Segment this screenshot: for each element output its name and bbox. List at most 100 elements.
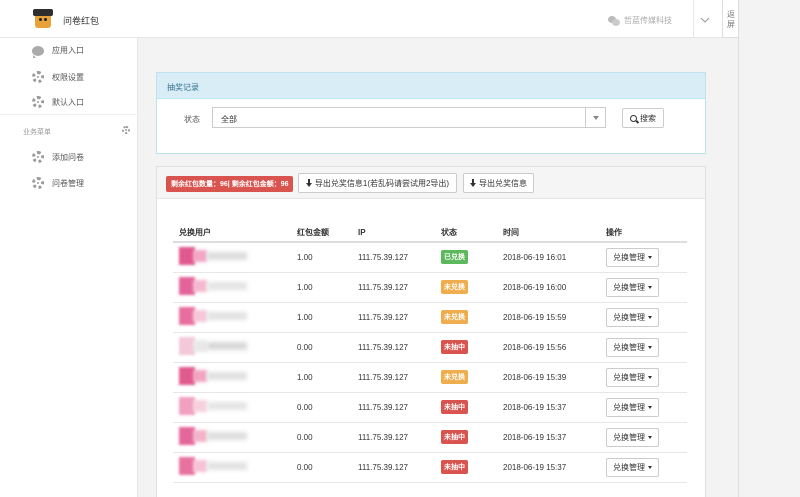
ip-cell: 111.75.39.127: [352, 302, 435, 333]
table-row: 1.00 111.75.39.127 已兑换 2018-06-19 16:01 兑换管理: [173, 242, 687, 273]
caret-down-icon: [648, 315, 652, 319]
sidebar-item-add-survey[interactable]: 添加问卷: [32, 151, 84, 163]
exchange-manage-button[interactable]: 兑换管理: [606, 307, 659, 327]
status-badge: 未兑换: [441, 310, 468, 324]
edge-toggle[interactable]: 返屏: [722, 0, 739, 38]
status-cell: 未抽中: [435, 332, 497, 363]
status-badge: 未抽中: [441, 460, 468, 474]
search-button[interactable]: 搜索: [622, 108, 664, 128]
user-cell: [173, 242, 291, 273]
column-header: 兑换用户: [173, 224, 291, 243]
exchange-manage-button[interactable]: 兑换管理: [606, 277, 659, 297]
action-cell: 兑换管理: [600, 302, 687, 333]
exchange-manage-label: 兑换管理: [613, 282, 645, 292]
table-row: 1.00 111.75.39.127 未兑换 2018-06-19 16:00 兑换管理: [173, 272, 687, 303]
table-row: 0.00 111.75.39.127 未抽中 2018-06-19 15:37 兑换管理: [173, 452, 687, 483]
sidebar-item-label: 问卷管理: [52, 178, 84, 188]
table-header-row: 兑换用户 红包金额 IP 状态 时间 操作: [173, 224, 687, 243]
edge-toggle-label: 返屏: [727, 10, 735, 29]
exchange-manage-button[interactable]: 兑换管理: [606, 397, 659, 417]
chevron-down-icon[interactable]: [585, 108, 605, 127]
exchange-manage-button[interactable]: 兑换管理: [606, 427, 659, 447]
sidebar-item-survey-manage[interactable]: 问卷管理: [32, 177, 84, 189]
user-cell: [173, 272, 291, 303]
gear-icon[interactable]: [122, 126, 130, 134]
status-cell: 未兑换: [435, 302, 497, 333]
app-title: 问卷红包: [63, 16, 100, 26]
exchange-manage-button[interactable]: 兑换管理: [606, 457, 659, 477]
amount-cell: 1.00: [291, 362, 352, 393]
org-name: 哲蓝传媒科技: [624, 16, 672, 25]
exchange-manage-button[interactable]: 兑换管理: [606, 367, 659, 387]
amount-cell: 1.00: [291, 272, 352, 303]
wechat-icon: [608, 15, 620, 26]
sidebar-item-label: 权限设置: [52, 72, 84, 82]
table-row: 0.00 111.75.39.127 未抽中 2018-06-19 15:37 兑换管理: [173, 392, 687, 423]
time-cell: 2018-06-19 15:59: [497, 302, 600, 333]
gear-icon: [32, 71, 44, 83]
time-cell: 2018-06-19 15:56: [497, 332, 600, 363]
records-toolbar: 剩余红包数量：96| 剩余红包金额：96 导出兑奖信息1(若乱码请尝试用2导出)…: [157, 167, 705, 199]
column-header: 红包金额: [291, 224, 352, 243]
status-badge: 未兑换: [441, 370, 468, 384]
caret-down-icon: [648, 375, 652, 379]
export-button-2[interactable]: 导出兑奖信息: [463, 173, 534, 193]
records-table: 兑换用户 红包金额 IP 状态 时间 操作 1.00 111.75.39.127 已…: [173, 224, 687, 483]
user-avatar-blurred: [179, 305, 249, 327]
gear-icon: [32, 151, 44, 163]
time-cell: 2018-06-19 15:39: [497, 362, 600, 393]
caret-down-icon: [648, 255, 652, 259]
chat-bubble-icon: [32, 45, 44, 58]
status-badge: 未兑换: [441, 280, 468, 294]
user-cell: [173, 422, 291, 453]
sidebar: 应用入口 权限设置 默认入口 业务菜单 添加问卷 问卷管理: [0, 38, 138, 497]
amount-cell: 1.00: [291, 302, 352, 333]
amount-cell: 1.00: [291, 242, 352, 273]
status-select-value: 全部: [221, 115, 237, 124]
status-cell: 未抽中: [435, 392, 497, 423]
table-row: 1.00 111.75.39.127 未兑换 2018-06-19 15:59 兑换管理: [173, 302, 687, 333]
user-avatar-blurred: [179, 395, 249, 417]
caret-down-icon: [648, 405, 652, 409]
action-cell: 兑换管理: [600, 392, 687, 423]
exchange-manage-button[interactable]: 兑换管理: [606, 337, 659, 357]
status-cell: 已兑换: [435, 242, 497, 273]
exchange-manage-label: 兑换管理: [613, 372, 645, 382]
amount-cell: 0.00: [291, 452, 352, 483]
user-cell: [173, 332, 291, 363]
action-cell: 兑换管理: [600, 332, 687, 363]
user-avatar-blurred: [179, 275, 249, 297]
sidebar-item-default-entry[interactable]: 默认入口: [32, 96, 84, 108]
status-badge: 未抽中: [441, 400, 468, 414]
column-header: 操作: [600, 224, 687, 243]
amount-cell: 0.00: [291, 422, 352, 453]
ip-cell: 111.75.39.127: [352, 272, 435, 303]
ip-cell: 111.75.39.127: [352, 332, 435, 363]
time-cell: 2018-06-19 16:01: [497, 242, 600, 273]
gear-icon: [32, 96, 44, 108]
top-bar: 问卷红包 哲蓝传媒科技: [0, 0, 722, 38]
status-badge: 未抽中: [441, 430, 468, 444]
status-cell: 未抽中: [435, 422, 497, 453]
sidebar-item-app-entry[interactable]: 应用入口: [32, 45, 84, 58]
exchange-manage-button[interactable]: 兑换管理: [606, 247, 659, 267]
amount-cell: 0.00: [291, 392, 352, 423]
chevron-down-icon[interactable]: [700, 15, 710, 25]
user-avatar-blurred: [179, 365, 249, 387]
export-button-1[interactable]: 导出兑奖信息1(若乱码请尝试用2导出): [298, 173, 457, 193]
caret-down-icon: [648, 435, 652, 439]
status-select[interactable]: 全部: [212, 107, 606, 128]
exchange-manage-label: 兑换管理: [613, 312, 645, 322]
amount-cell: 0.00: [291, 332, 352, 363]
status-cell: 未兑换: [435, 272, 497, 303]
caret-down-icon: [648, 345, 652, 349]
filter-panel-heading: 抽奖记录: [157, 73, 705, 99]
section-label: 业务菜单: [23, 129, 51, 136]
sidebar-item-permissions[interactable]: 权限设置: [32, 71, 84, 83]
sidebar-item-label: 添加问卷: [52, 152, 84, 162]
status-badge: 已兑换: [441, 250, 468, 265]
user-cell: [173, 362, 291, 393]
time-cell: 2018-06-19 15:37: [497, 392, 600, 423]
download-icon: [305, 179, 312, 187]
records-panel: 剩余红包数量：96| 剩余红包金额：96 导出兑奖信息1(若乱码请尝试用2导出)…: [156, 166, 706, 497]
